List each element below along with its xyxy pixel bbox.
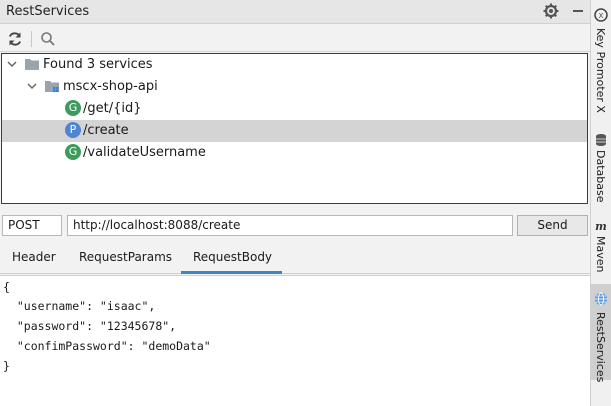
folder-icon [25, 59, 39, 70]
url-input[interactable]: http://localhost:8088/create [67, 215, 513, 236]
app-window: RestServices Found 3 services mscx-shop-… [0, 0, 611, 406]
request-body-editor[interactable]: { "username": "isaac", "password": "1234… [0, 275, 590, 406]
get-method-icon: G [65, 144, 81, 160]
svg-text:X: X [599, 12, 604, 20]
tab-request-params[interactable]: RequestParams [79, 250, 172, 264]
maven-icon: m [595, 220, 607, 233]
key-promoter-icon: X [594, 8, 608, 22]
service-path-label: /get/{id} [83, 101, 142, 116]
tree-service-row[interactable]: G /validateUsername [2, 142, 587, 164]
refresh-icon[interactable] [6, 30, 24, 48]
code-line: { [3, 280, 10, 294]
rest-services-panel: RestServices Found 3 services mscx-shop-… [0, 0, 590, 406]
sidebar-item-label: Database [594, 150, 607, 203]
sidebar-item-rest-services[interactable]: RestServices [591, 284, 611, 383]
tab-request-body[interactable]: RequestBody [193, 250, 272, 264]
toolbar-separator [31, 31, 32, 47]
tree-module-row[interactable]: mscx-shop-api [2, 76, 587, 98]
tree-service-row[interactable]: G /get/{id} [2, 98, 587, 120]
panel-toolbar [0, 26, 590, 52]
services-tree[interactable]: Found 3 services mscx-shop-api G /get/{i… [1, 53, 588, 204]
database-icon [596, 134, 606, 146]
search-icon[interactable] [39, 30, 57, 48]
sidebar-item-key-promoter[interactable]: X Key Promoter X [591, 0, 611, 118]
code-line: "password": "12345678", [3, 319, 177, 333]
request-bar: POST http://localhost:8088/create Send [0, 212, 590, 238]
chevron-down-icon[interactable] [26, 80, 38, 92]
minimize-icon[interactable] [570, 3, 586, 19]
sidebar-item-label: RestServices [594, 312, 607, 383]
right-tool-stripe: X Key Promoter X Database m Maven RestSe… [590, 0, 611, 406]
gear-icon[interactable] [543, 3, 559, 19]
tree-module-label: mscx-shop-api [63, 79, 158, 94]
sidebar-item-maven[interactable]: m Maven [591, 212, 611, 278]
panel-title-bar: RestServices [0, 0, 590, 24]
service-path-label: /create [83, 123, 129, 138]
module-folder-icon [45, 81, 59, 92]
svg-text:m: m [595, 220, 607, 233]
sidebar-item-label: Maven [594, 236, 607, 273]
sidebar-item-label: Key Promoter X [594, 28, 607, 113]
tab-header[interactable]: Header [12, 250, 56, 264]
chevron-down-icon[interactable] [6, 58, 18, 70]
panel-title: RestServices [6, 4, 90, 19]
post-method-icon: P [65, 122, 81, 138]
get-method-icon: G [65, 100, 81, 116]
code-line: "username": "isaac", [3, 299, 156, 313]
tree-service-row-selected[interactable]: P /create [2, 120, 587, 142]
tree-root-label: Found 3 services [43, 57, 153, 72]
code-line: "confimPassword": "demoData" [3, 339, 211, 353]
service-path-label: /validateUsername [83, 145, 206, 160]
request-tabs: Header RequestParams RequestBody [0, 242, 590, 274]
code-line: } [3, 359, 10, 373]
rest-services-icon [595, 292, 607, 306]
sidebar-item-database[interactable]: Database [591, 126, 611, 206]
send-button[interactable]: Send [517, 215, 588, 236]
tree-root-row[interactable]: Found 3 services [2, 54, 587, 76]
http-method-field[interactable]: POST [2, 215, 62, 236]
active-tab-indicator [181, 271, 282, 274]
